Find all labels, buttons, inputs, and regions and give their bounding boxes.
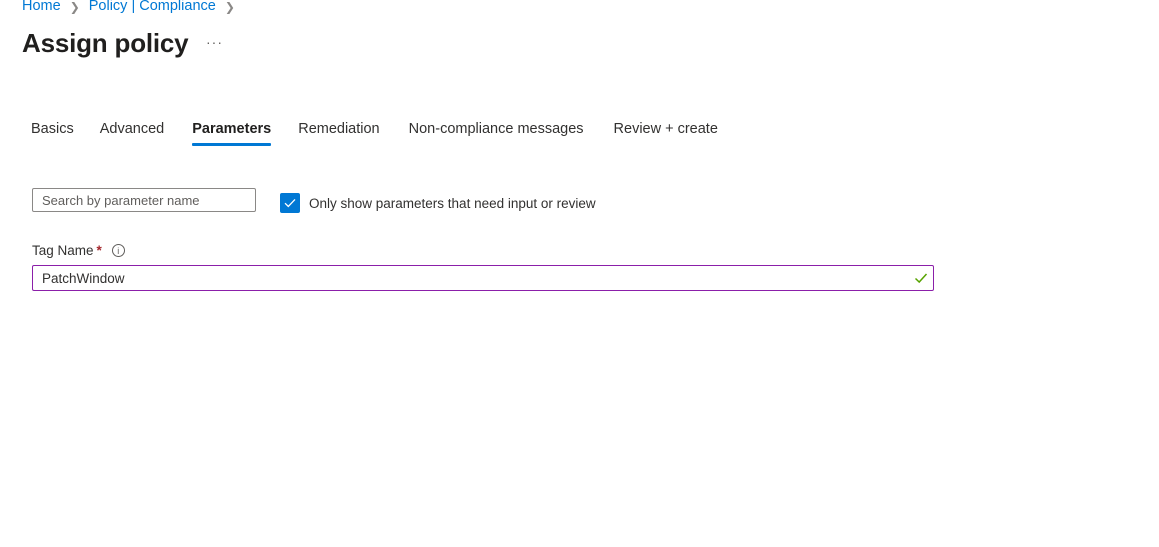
parameter-search-input[interactable] bbox=[32, 188, 256, 212]
tab-advanced[interactable]: Advanced bbox=[100, 121, 165, 146]
chevron-right-icon: ❯ bbox=[224, 0, 235, 14]
wizard-tabs: Basics Advanced Parameters Remediation N… bbox=[31, 121, 718, 146]
page-title: Assign policy bbox=[22, 28, 189, 58]
more-options-icon[interactable]: ··· bbox=[206, 34, 223, 50]
breadcrumb-policy-compliance[interactable]: Policy | Compliance bbox=[89, 0, 216, 14]
info-icon[interactable]: i bbox=[111, 244, 125, 257]
checkbox-checked[interactable] bbox=[280, 193, 300, 213]
breadcrumb: Home ❯ Policy | Compliance ❯ bbox=[22, 0, 244, 14]
tab-remediation[interactable]: Remediation bbox=[298, 121, 379, 146]
only-show-needed-checkbox[interactable]: Only show parameters that need input or … bbox=[280, 193, 596, 213]
tab-parameters[interactable]: Parameters bbox=[192, 121, 272, 146]
breadcrumb-home[interactable]: Home bbox=[22, 0, 61, 14]
tag-name-label: Tag Name * i bbox=[32, 243, 125, 258]
tab-review-create[interactable]: Review + create bbox=[614, 121, 718, 146]
checkbox-label: Only show parameters that need input or … bbox=[309, 195, 596, 211]
tab-basics[interactable]: Basics bbox=[31, 121, 74, 146]
tab-non-compliance-messages[interactable]: Non-compliance messages bbox=[409, 121, 584, 146]
tag-name-input[interactable] bbox=[33, 266, 933, 290]
tag-name-label-text: Tag Name bbox=[32, 243, 94, 258]
valid-check-icon bbox=[914, 273, 928, 284]
required-marker: * bbox=[96, 243, 102, 258]
checkmark-icon bbox=[284, 198, 296, 208]
tag-name-field bbox=[32, 265, 934, 291]
chevron-right-icon: ❯ bbox=[69, 0, 80, 14]
